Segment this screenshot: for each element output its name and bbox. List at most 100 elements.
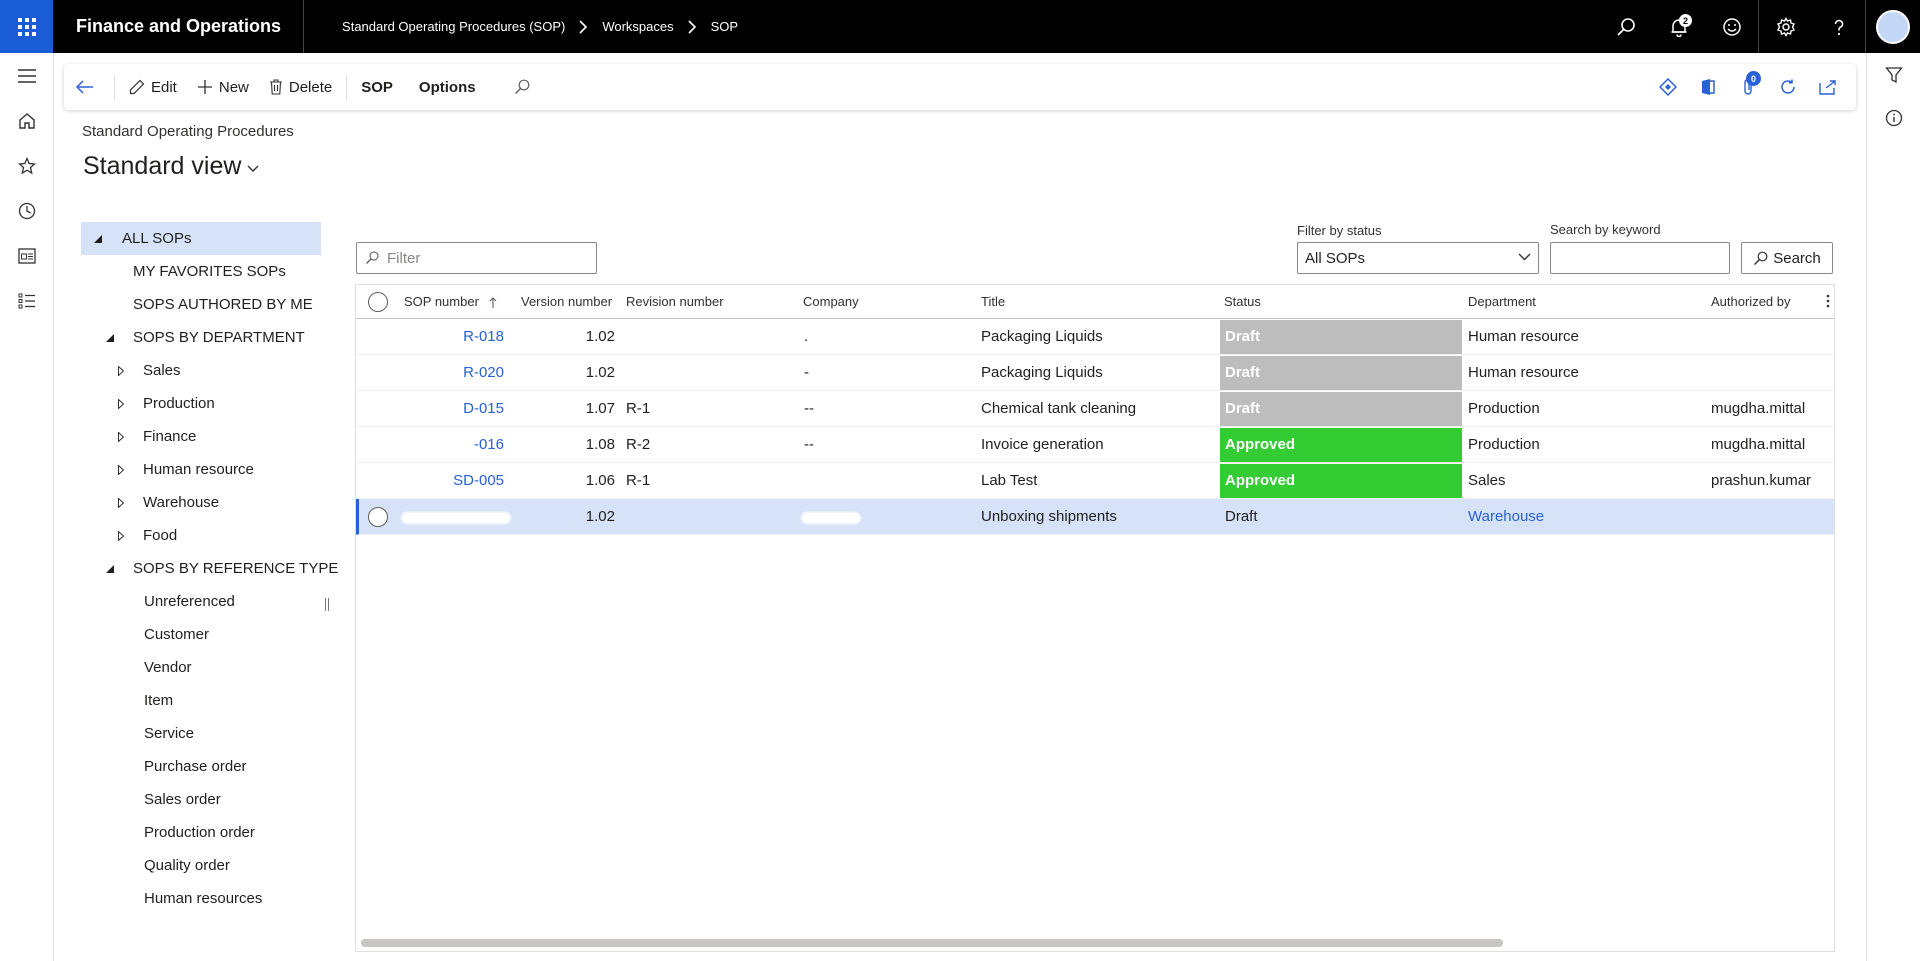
tree-item-by-department[interactable]: SOPS BY DEPARTMENT [81,321,321,354]
tree-item-ref-service[interactable]: Service [81,717,321,750]
tree-item-department-production[interactable]: Production [81,387,321,420]
cell-sop-number[interactable]: R-018 [416,319,504,355]
new-button[interactable]: New [187,64,259,110]
column-header-revision-number[interactable]: Revision number [626,285,724,319]
table-row-selected[interactable]: 1.02 Unboxing shipments Draft Warehouse [356,499,1834,535]
modules-list-icon[interactable] [0,278,54,323]
tree-item-ref-purchase-order[interactable]: Purchase order [81,750,321,783]
expanded-triangle-icon[interactable] [93,234,103,244]
back-button[interactable] [64,64,110,110]
column-header-version-number[interactable]: Version number [521,285,612,319]
column-header-status[interactable]: Status [1224,285,1261,319]
search-icon[interactable] [1599,0,1652,53]
tree-item-department-human-resource[interactable]: Human resource [81,453,321,486]
hamburger-menu-icon[interactable] [0,53,54,98]
collapsed-triangle-icon[interactable] [116,398,126,409]
info-icon[interactable] [1867,96,1920,139]
tree-item-ref-quality-order[interactable]: Quality order [81,849,321,882]
collapsed-triangle-icon[interactable] [116,365,126,376]
cell-sop-number[interactable]: -016 [416,427,504,463]
collapsed-triangle-icon[interactable] [116,530,126,541]
tree-item-ref-unreferenced[interactable]: Unreferenced [81,585,321,618]
workspaces-icon[interactable] [0,233,54,278]
view-selector[interactable]: Standard view [83,152,259,181]
breadcrumb-workspaces[interactable]: Workspaces [602,19,673,34]
row-select-radio[interactable] [368,507,388,527]
tree-item-department-warehouse[interactable]: Warehouse [81,486,321,519]
more-options-vertical-icon[interactable] [1826,294,1830,308]
power-apps-icon[interactable] [1648,64,1688,110]
grid-filter-input[interactable] [387,249,587,267]
tree-label: Warehouse [143,494,220,511]
keyword-search-input[interactable] [1550,242,1730,274]
table-row[interactable]: R-018 1.02 . Packaging Liquids Draft Hum… [356,319,1834,355]
column-header-title[interactable]: Title [981,285,1005,319]
table-row[interactable]: R-020 1.02 - Packaging Liquids Draft Hum… [356,355,1834,391]
column-header-authorized-by[interactable]: Authorized by [1711,285,1791,319]
filter-by-status-select[interactable]: All SOPs [1297,242,1539,274]
home-icon[interactable] [0,98,54,143]
collapsed-triangle-icon[interactable] [116,464,126,475]
cell-sop-number[interactable]: SD-005 [416,463,504,499]
tree-item-ref-human-resources[interactable]: Human resources [81,882,321,915]
cell-title: Lab Test [981,472,1038,489]
tree-item-all-sops[interactable]: ALL SOPs [81,222,321,255]
tree-item-ref-customer[interactable]: Customer [81,618,321,651]
app-title[interactable]: Finance and Operations [53,0,305,53]
edit-button[interactable]: Edit [119,64,187,110]
cell-department-link[interactable]: Warehouse [1468,499,1544,535]
tree-item-by-reference-type[interactable]: SOPS BY REFERENCE TYPE [81,552,338,585]
tab-sop[interactable]: SOP [351,64,403,110]
tree-item-ref-item[interactable]: Item [81,684,321,717]
cell-company: - [804,364,809,381]
attachments-paperclip-icon[interactable]: 0 [1728,64,1768,110]
breadcrumb-current[interactable]: SOP [711,19,738,34]
tree-item-department-finance[interactable]: Finance [81,420,321,453]
collapsed-triangle-icon[interactable] [116,497,126,508]
tab-options[interactable]: Options [409,64,486,110]
refresh-icon[interactable] [1768,64,1808,110]
cell-sop-number[interactable] [416,499,504,535]
user-avatar[interactable] [1876,9,1910,44]
select-all-radio[interactable] [368,292,388,312]
cell-sop-number[interactable]: D-015 [416,391,504,427]
open-in-new-window-icon[interactable] [1808,64,1848,110]
delete-button[interactable]: Delete [259,64,342,110]
expanded-triangle-icon[interactable] [105,333,115,343]
table-row[interactable]: D-015 1.07 R-1 -- Chemical tank cleaning… [356,391,1834,427]
table-row[interactable]: SD-005 1.06 R-1 Lab Test Approved Sales … [356,463,1834,499]
search-button[interactable]: Search [1741,242,1833,274]
status-badge-approved: Approved [1220,428,1462,462]
action-search-icon[interactable] [504,64,546,110]
collapsed-triangle-icon[interactable] [116,431,126,442]
breadcrumb: Standard Operating Procedures (SOP) Work… [342,19,738,34]
expanded-triangle-icon[interactable] [105,564,115,574]
feedback-smiley-icon[interactable] [1705,0,1758,53]
table-row[interactable]: -016 1.08 R-2 -- Invoice generation Appr… [356,427,1834,463]
favorites-star-icon[interactable] [0,143,54,188]
redacted-mark [801,512,861,524]
pane-splitter-handle[interactable] [325,598,329,611]
office-icon[interactable] [1688,64,1728,110]
tree-item-favorites[interactable]: MY FAVORITES SOPs [81,255,321,288]
horizontal-scrollbar[interactable] [361,939,1503,947]
tree-item-department-sales[interactable]: Sales [81,354,321,387]
tree-item-ref-sales-order[interactable]: Sales order [81,783,321,816]
column-header-sop-number[interactable]: SOP number [404,285,497,319]
column-header-department[interactable]: Department [1468,285,1536,319]
settings-gear-icon[interactable] [1759,0,1812,53]
tree-item-department-food[interactable]: Food [81,519,321,552]
tree-item-ref-vendor[interactable]: Vendor [81,651,321,684]
tree-item-authored-by-me[interactable]: SOPS AUTHORED BY ME [81,288,321,321]
cell-department: Sales [1468,472,1506,489]
recent-clock-icon[interactable] [0,188,54,233]
tree-item-ref-production-order[interactable]: Production order [81,816,321,849]
notifications-bell-icon[interactable]: 2 [1652,0,1705,53]
filter-funnel-icon[interactable] [1867,53,1920,96]
cell-authorized-by: mugdha.mittal [1711,436,1806,453]
breadcrumb-sop[interactable]: Standard Operating Procedures (SOP) [342,19,565,34]
help-question-icon[interactable] [1812,0,1865,53]
app-launcher-waffle-icon[interactable] [0,0,53,53]
column-header-company[interactable]: Company [803,285,859,319]
cell-sop-number[interactable]: R-020 [416,355,504,391]
